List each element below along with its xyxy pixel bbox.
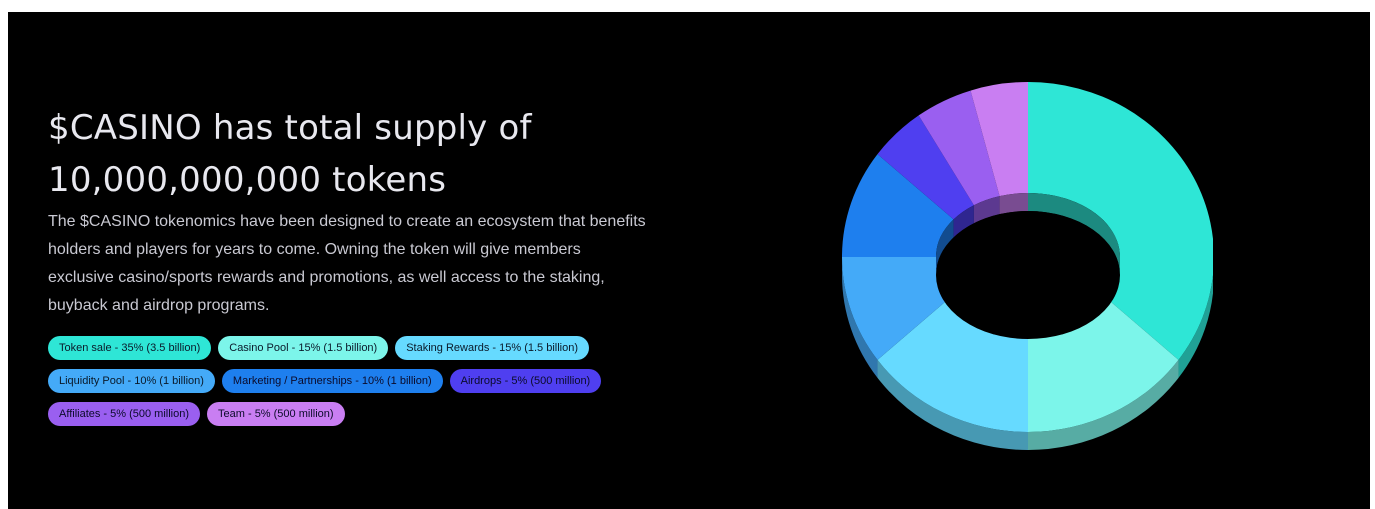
- allocation-tag: Casino Pool - 15% (1.5 billion): [218, 336, 389, 360]
- page-title: $CASINO has total supply of 10,000,000,0…: [48, 102, 668, 206]
- page: $CASINO has total supply of 10,000,000,0…: [0, 0, 1375, 509]
- donut-chart-svg: [842, 82, 1213, 450]
- allocation-tag: Staking Rewards - 15% (1.5 billion): [395, 336, 590, 360]
- donut-center-hole: [936, 211, 1120, 339]
- allocation-tag: Affiliates - 5% (500 million): [48, 402, 201, 426]
- tag-row: Token sale - 35% (3.5 billion) Casino Poo…: [48, 336, 688, 360]
- donut-hole: [936, 193, 1120, 339]
- tokenomics-description: The $CASINO tokenomics have been designe…: [48, 213, 646, 314]
- tokenomics-section: $CASINO has total supply of 10,000,000,0…: [8, 12, 1370, 509]
- tokenomics-donut-chart: [823, 82, 1213, 462]
- allocation-tag-list: Token sale - 35% (3.5 billion) Casino Poo…: [48, 336, 688, 435]
- donut-inner-wall-8-0: [999, 193, 1028, 215]
- allocation-tag: Liquidity Pool - 10% (1 billion): [48, 369, 215, 393]
- tag-row: Affiliates - 5% (500 million) Team - 5% (…: [48, 402, 688, 426]
- headline-line-2: 10,000,000,000 tokens: [48, 160, 447, 200]
- headline-line-1: $CASINO has total supply of: [48, 108, 532, 148]
- allocation-tag: Team - 5% (500 million): [207, 402, 345, 426]
- tag-row: Liquidity Pool - 10% (1 billion) Marketin…: [48, 369, 688, 393]
- allocation-tag: Airdrops - 5% (500 million): [449, 369, 602, 393]
- allocation-tag: Token sale - 35% (3.5 billion): [48, 336, 212, 360]
- allocation-tag: Marketing / Partnerships - 10% (1 billio…: [221, 369, 443, 393]
